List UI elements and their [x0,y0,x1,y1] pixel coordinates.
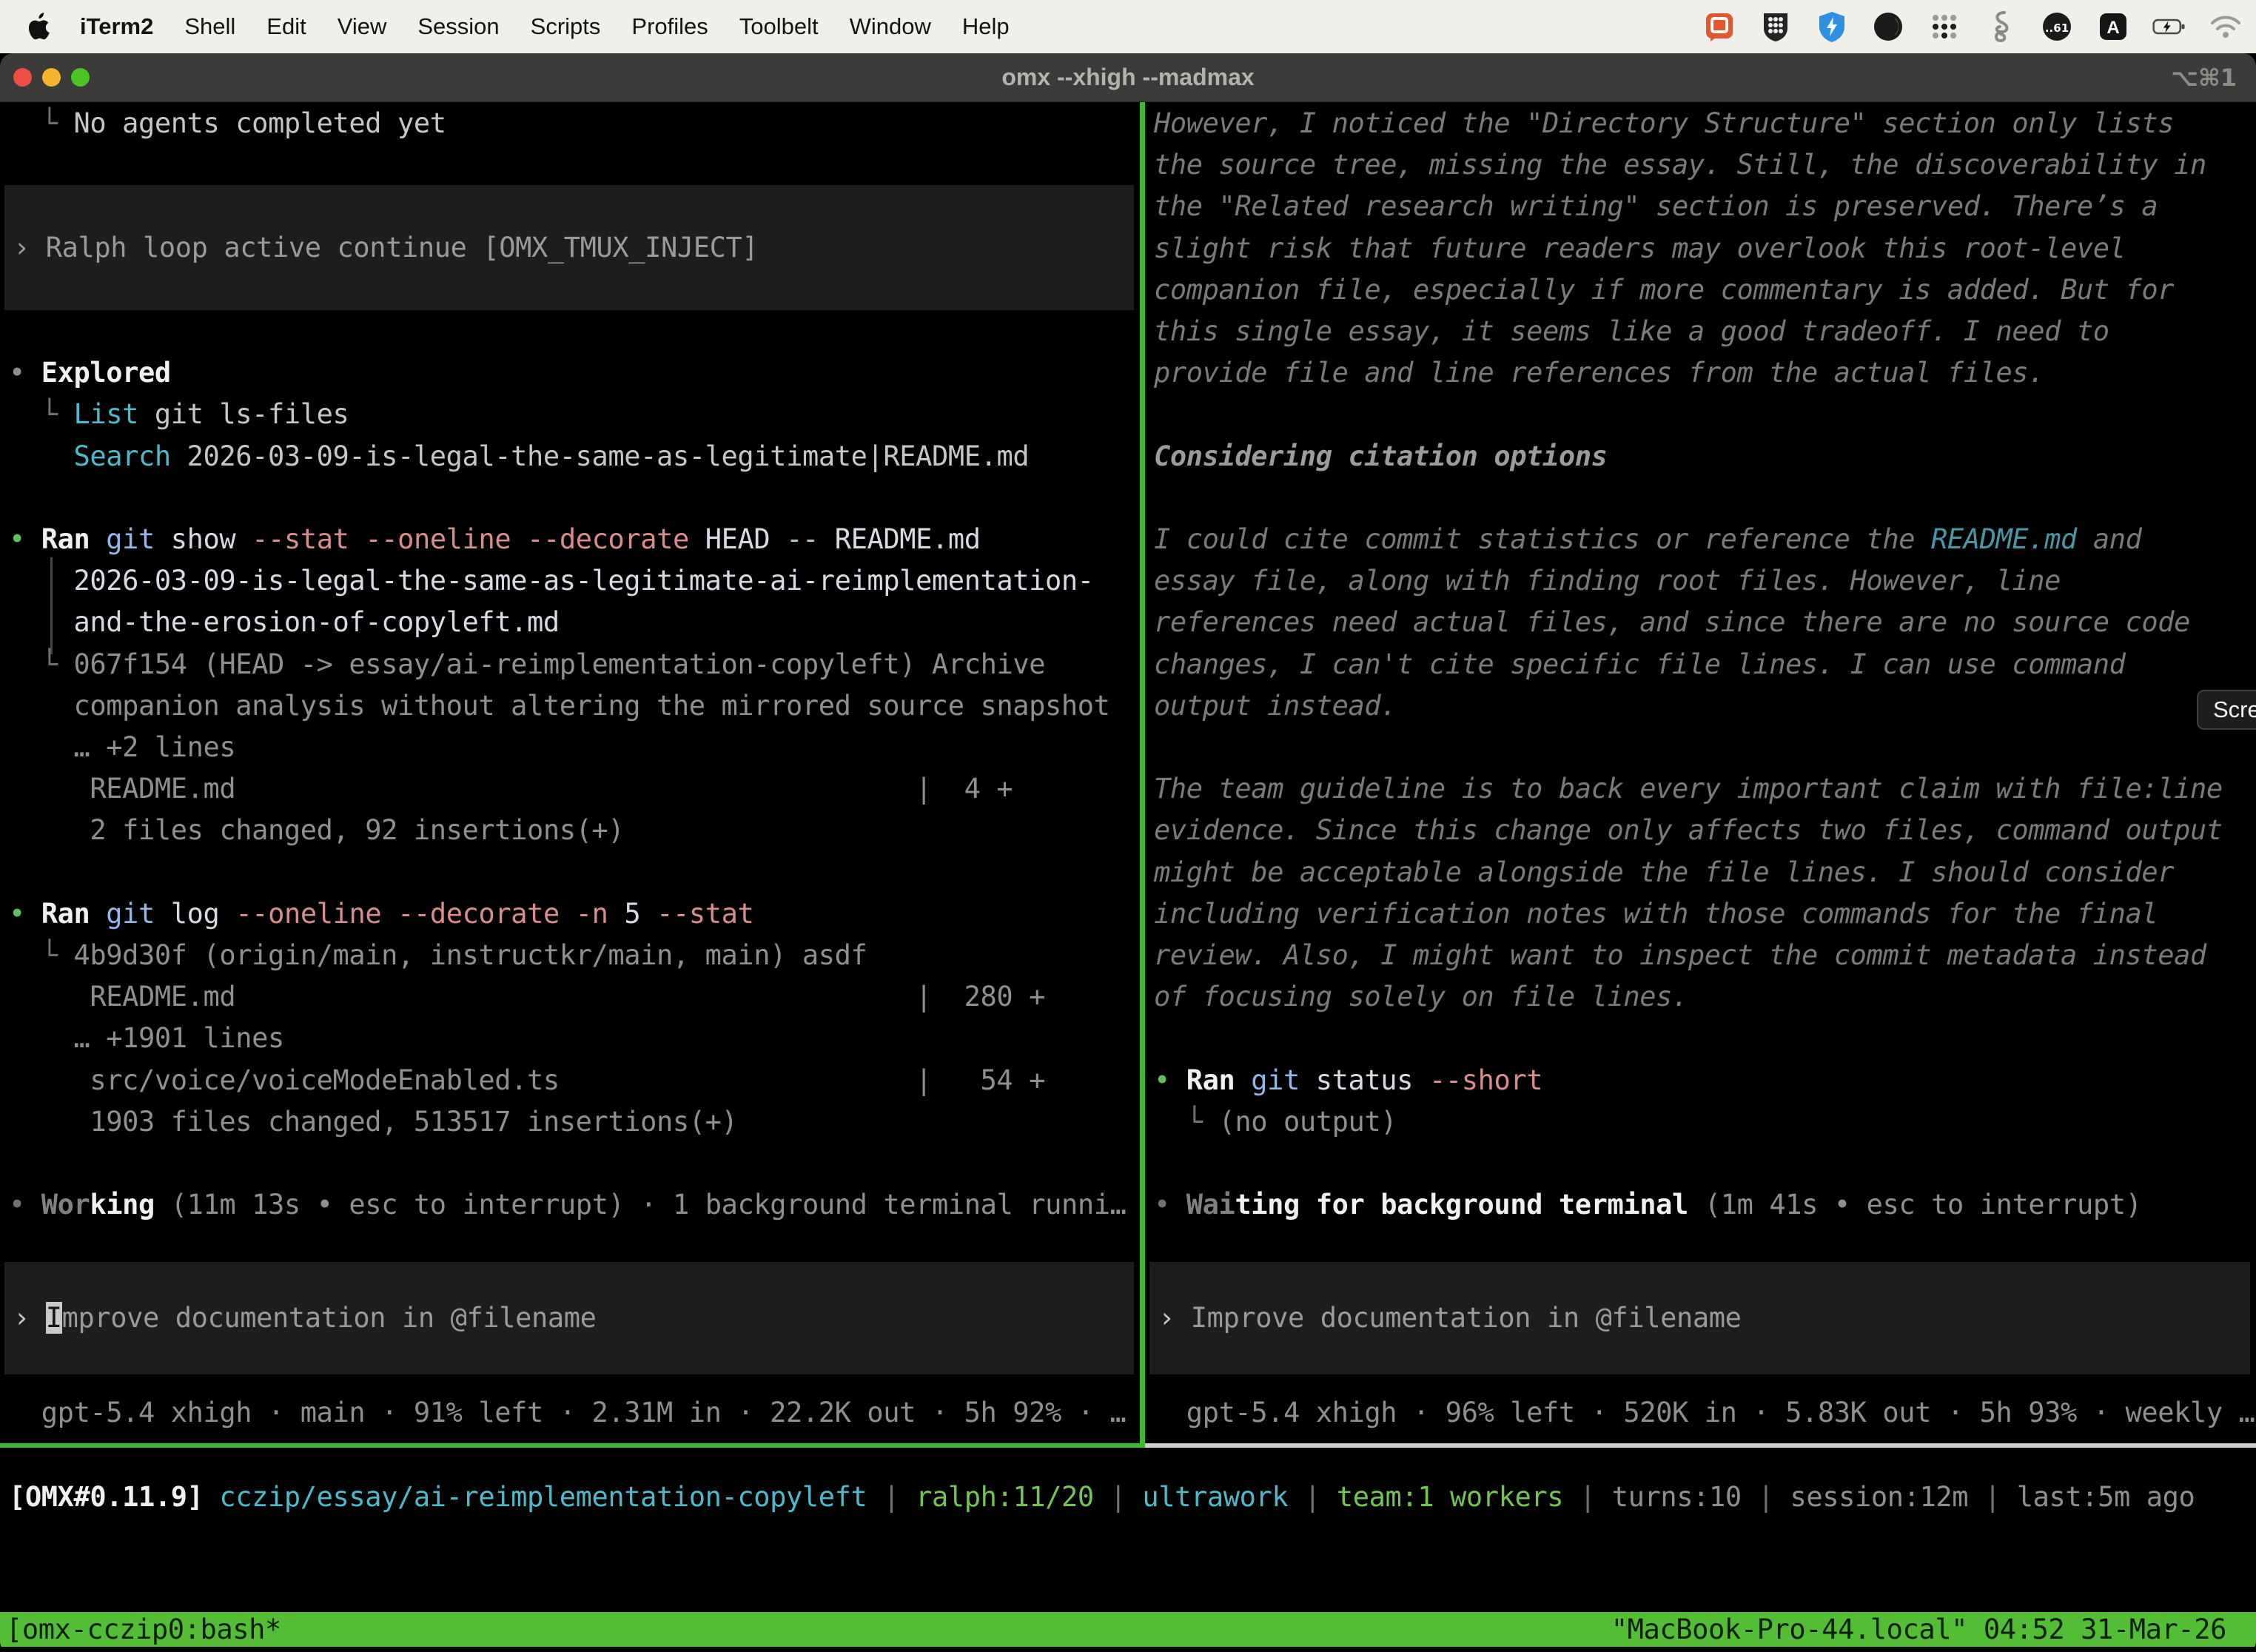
tmux-session-label: [omx-cczip0:bash* [0,1614,281,1645]
apple-menu-icon[interactable] [25,12,50,41]
menu-item-toolbelt[interactable]: Toolbelt [739,13,819,40]
prompt-input[interactable]: › Ralph loop active continue [OMX_TMUX_I… [4,185,1134,310]
screen-tooltip: Scre [2197,690,2256,730]
terminal-line: provide file and line references from th… [1154,352,2256,394]
terminal-line: └ 4b9d30f (origin/main, instructkr/main,… [9,934,1140,976]
terminal-line: changes, I can't cite specific file line… [1154,643,2256,685]
menu-items: iTerm2 Shell Edit View Session Scripts Profile… [80,13,1010,40]
terminal-line: review. Also, I might want to inspect th… [1154,934,2256,976]
terminal-line: 2026-03-09-is-legal-the-same-as-legitima… [9,560,1140,602]
tmux-host-clock: "MacBook-Pro-44.local" 04:52 31-Mar-26 [1611,1614,2256,1645]
terminal-line: • Explored [9,352,1140,394]
pane-divider[interactable] [1140,102,1145,1443]
terminal-line: companion analysis without altering the … [9,685,1140,727]
terminal-line: └ 067f154 (HEAD -> essay/ai-reimplementa… [9,643,1140,685]
terminal-line: the "Related research writing" section i… [1154,185,2256,227]
omx-status-line: [OMX#0.11.9] cczip/essay/ai-reimplementa… [9,1476,2195,1518]
terminal-line: src/voice/voiceModeEnabled.ts | 54 + [9,1059,1140,1101]
terminal-line: including verification notes with those … [1154,893,2256,935]
terminal-line: … +1901 lines [9,1017,1140,1059]
battery-charging-icon[interactable] [2152,10,2186,44]
title-bar[interactable]: omx --xhigh --madmax ⌥⌘1 [0,53,2256,102]
terminal-line: output instead. [1154,685,2256,727]
terminal-line: and-the-erosion-of-copyleft.md [9,601,1140,643]
terminal-line: The team guideline is to back every impo… [1154,768,2256,810]
terminal-line: of focusing solely on file lines. [1154,976,2256,1018]
menu-item-edit[interactable]: Edit [266,13,306,40]
menu-bar: iTerm2 Shell Edit View Session Scripts Profile… [0,0,2256,53]
status-icons: ..61 A [1702,10,2243,44]
terminal-line: 2 files changed, 92 insertions(+) [9,809,1140,851]
terminal-line: └ (no output) [1154,1101,2256,1143]
menu-item-shell[interactable]: Shell [184,13,235,40]
terminal-line: README.md | 4 + [9,768,1140,810]
terminal-line: evidence. Since this change only affects… [1154,809,2256,851]
left-pane-bottom-border [0,1443,1145,1448]
dots-grid-icon[interactable] [1927,10,1961,44]
terminal-line: └ No agents completed yet [9,102,1140,144]
screen-tooltip-label: Scre [2213,696,2256,723]
chat-app-icon[interactable] [1702,10,1736,44]
tmux-status-bar: [omx-cczip0:bash* "MacBook-Pro-44.local"… [0,1612,2256,1647]
terminal-line: README.md | 280 + [9,976,1140,1018]
terminal-line: • Ran git log --oneline --decorate -n 5 … [9,893,1140,935]
menu-item-help[interactable]: Help [962,13,1010,40]
menu-item-scripts[interactable]: Scripts [531,13,601,40]
menu-item-view[interactable]: View [338,13,387,40]
terminal-line: • Ran git show --stat --oneline --decora… [9,518,1140,560]
terminal-line: this single essay, it seems like a good … [1154,310,2256,352]
menu-item-profiles[interactable]: Profiles [631,13,708,40]
terminal-line: … +2 lines [9,726,1140,768]
window-title: omx --xhigh --madmax [0,64,2256,91]
left-terminal-pane[interactable]: └ No agents completed yet › Ralph loop ac… [0,102,1140,1443]
terminal-line: might be acceptable alongside the file l… [1154,851,2256,893]
iterm-window: omx --xhigh --madmax ⌥⌘1 └ No agents com… [0,53,2256,1652]
menu-item-window[interactable]: Window [850,13,931,40]
squiggle-icon[interactable] [1984,10,2018,44]
moon-circle-icon[interactable] [1871,10,1905,44]
terminal-line: Search 2026-03-09-is-legal-the-same-as-l… [9,435,1140,477]
svg-text:A: A [2106,18,2119,38]
terminal-line: I could cite commit statistics or refere… [1154,518,2256,560]
window-shortcut-badge: ⌥⌘1 [2171,64,2237,92]
blue-shield-icon[interactable] [1815,10,1849,44]
terminal-line: └ List git ls-files [9,393,1140,435]
terminal-line: • Waiting for background terminal (1m 41… [1154,1183,2256,1226]
percent-badge-text: ..61 [2045,21,2069,35]
terminal-line: • Ran git status --short [1154,1059,2256,1101]
terminal-line: essay file, along with finding root file… [1154,560,2256,602]
right-pane-bottom-border [1145,1443,2256,1448]
right-terminal-pane[interactable]: However, I noticed the "Directory Struct… [1145,102,2256,1443]
shield-keypad-icon[interactable] [1759,10,1793,44]
letter-a-badge-icon[interactable]: A [2096,10,2130,44]
terminal-line: companion file, especially if more comme… [1154,269,2256,311]
terminal-line: the source tree, missing the essay. Stil… [1154,144,2256,186]
menu-item-session[interactable]: Session [417,13,499,40]
terminal-line: Considering citation options [1154,435,2256,477]
terminal-line: However, I noticed the "Directory Struct… [1154,102,2256,144]
percent-badge-icon[interactable]: ..61 [2040,10,2074,44]
prompt-input[interactable]: › Improve documentation in @filename [4,1262,1134,1374]
terminal-line: gpt-5.4 xhigh · main · 91% left · 2.31M … [9,1391,1140,1434]
menu-item-iterm2[interactable]: iTerm2 [80,13,153,40]
terminal-line: slight risk that future readers may over… [1154,227,2256,269]
prompt-input[interactable]: › Improve documentation in @filename [1149,1262,2250,1374]
wifi-icon[interactable] [2209,10,2243,44]
terminal-line: 1903 files changed, 513517 insertions(+) [9,1101,1140,1143]
terminal-line: references need actual files, and since … [1154,601,2256,643]
terminal-line: • Working (11m 13s • esc to interrupt) ·… [9,1183,1140,1226]
terminal-line: gpt-5.4 xhigh · 96% left · 520K in · 5.8… [1154,1391,2256,1434]
